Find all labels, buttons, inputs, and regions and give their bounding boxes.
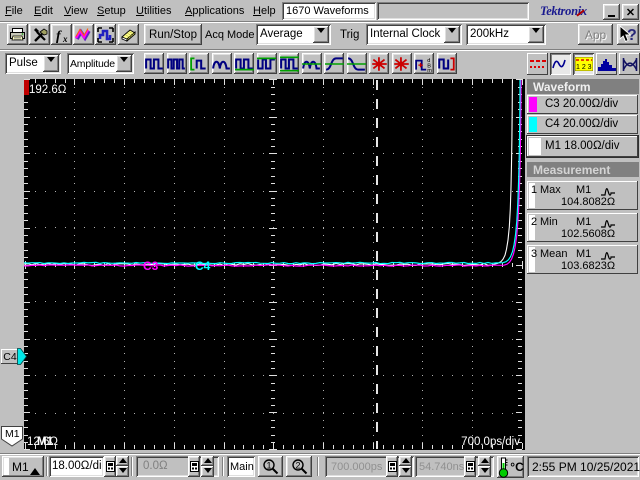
svg-text:700.0ps/div: 700.0ps/div — [461, 436, 520, 448]
svg-text:?: ? — [627, 27, 637, 44]
svg-text:M1: M1 — [37, 436, 54, 448]
svg-text:f: f — [56, 29, 62, 43]
svg-text:C3: C3 — [143, 259, 159, 273]
svg-text:x: x — [62, 34, 68, 43]
svg-text:2: 2 — [295, 461, 300, 471]
svg-text:M1: M1 — [5, 428, 20, 440]
svg-text:1: 1 — [267, 461, 272, 471]
svg-text:1 2 3: 1 2 3 — [576, 64, 592, 71]
svg-text:C4: C4 — [195, 259, 211, 273]
svg-text:m: m — [427, 67, 432, 71]
svg-text:192.6Ω: 192.6Ω — [29, 84, 67, 96]
